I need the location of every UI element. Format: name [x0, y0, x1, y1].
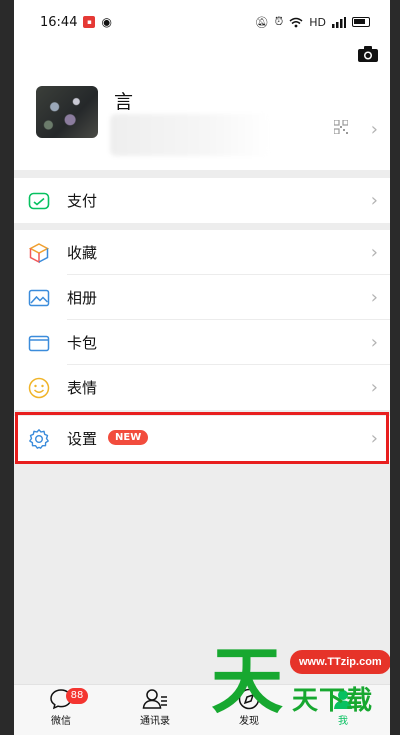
menu-label-pay: 支付 [67, 192, 98, 210]
wifi-icon [289, 17, 303, 27]
sticker-smiley-icon [28, 377, 50, 399]
profile-header[interactable]: 言 › [14, 44, 390, 170]
network-type: HD [309, 15, 326, 29]
pay-icon [28, 192, 50, 210]
menu-item-settings[interactable]: 设置 NEW › [14, 416, 390, 461]
unread-badge: 88 [66, 688, 88, 704]
chevron-right-icon: › [370, 428, 378, 449]
menu-label-stickers: 表情 [67, 379, 98, 397]
menu-item-favorites[interactable]: 收藏 › [14, 230, 390, 275]
menu-label-album: 相册 [67, 289, 98, 307]
phone-screen: 16:44 ▪ ◉ 🔕︎ ⏰︎ HD 言 › 支付 › 收藏 › 相册 › 卡包… [14, 0, 390, 735]
chevron-right-icon: › [370, 287, 378, 308]
avatar[interactable] [36, 86, 98, 138]
album-icon [28, 289, 50, 307]
camera-icon[interactable] [358, 46, 378, 62]
contacts-icon [142, 689, 167, 709]
qr-code-icon[interactable] [334, 120, 348, 134]
card-wallet-icon [28, 335, 50, 352]
chevron-right-icon: › [370, 190, 378, 211]
menu-item-stickers[interactable]: 表情 › [14, 365, 390, 410]
watermark-text: 天下载 [292, 686, 374, 716]
weibo-icon: ◉ [101, 15, 112, 29]
tab-label-chats: 微信 [51, 716, 71, 727]
wechat-id-blurred [110, 114, 270, 156]
menu-item-cards[interactable]: 卡包 › [14, 320, 390, 365]
favorites-cube-icon [28, 243, 50, 264]
tab-contacts[interactable]: 通讯录 [108, 685, 202, 735]
signal-icon [332, 16, 346, 28]
profile-nickname: 言 [114, 91, 134, 113]
tab-label-contacts: 通讯录 [140, 716, 170, 727]
menu-label-settings: 设置 [67, 430, 98, 448]
status-time: 16:44 [40, 14, 78, 30]
tab-chats[interactable]: 88 微信 [14, 685, 108, 735]
status-bar: 16:44 ▪ ◉ 🔕︎ ⏰︎ HD [14, 0, 390, 44]
new-badge: NEW [108, 430, 149, 445]
chevron-right-icon: › [370, 119, 378, 140]
settings-gear-icon [29, 429, 49, 449]
watermark-url: www.TTzip.com [290, 650, 390, 674]
mute-icon: 🔕︎ [254, 15, 269, 29]
menu-item-album[interactable]: 相册 › [14, 275, 390, 320]
menu-label-cards: 卡包 [67, 334, 98, 352]
watermark-logo: 天 [211, 640, 283, 720]
chevron-right-icon: › [370, 242, 378, 263]
menu-item-pay[interactable]: 支付 › [14, 178, 390, 223]
chevron-right-icon: › [370, 332, 378, 353]
alarm-icon: ⏰︎ [274, 15, 284, 28]
chevron-right-icon: › [370, 377, 378, 398]
notification-red-icon: ▪ [83, 16, 96, 28]
menu-label-favorites: 收藏 [67, 244, 98, 262]
battery-icon [352, 17, 370, 27]
svg-text:天: 天 [211, 640, 283, 720]
